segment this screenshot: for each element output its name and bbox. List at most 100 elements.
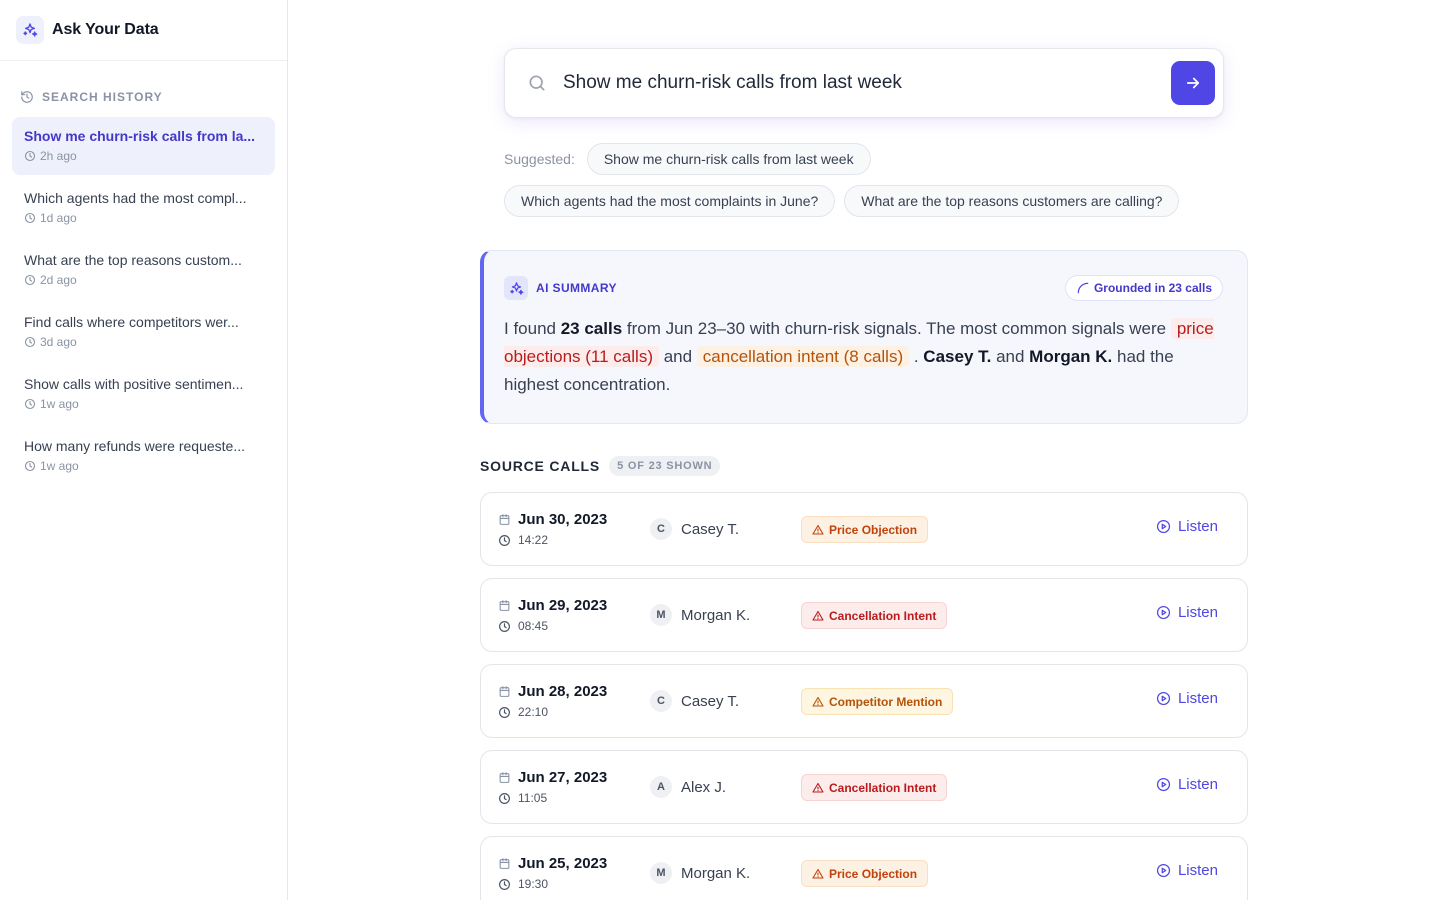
history-query: Find calls where competitors wer... [24,314,239,330]
call-time-text: 19:30 [518,877,549,891]
warning-icon [812,524,824,535]
clock-icon [24,274,36,286]
signal-tag: Cancellation Intent [801,602,948,629]
call-row[interactable]: Jun 27, 2023 11:05 A Alex J. Cancellation In… [480,750,1248,824]
play-circle-icon [1156,519,1171,534]
search-input[interactable] [563,63,1171,103]
summary-fragment: from Jun 23–30 with churn-risk signals. … [622,319,1171,338]
grounded-text: Grounded in 23 calls [1093,281,1212,295]
suggested-queries: Suggested: Show me churn-risk calls from… [504,143,1244,227]
avatar: C [650,690,672,712]
clock-icon [499,792,510,804]
call-agent: M Morgan K. [650,862,750,884]
sidebar: Ask Your Data SEARCH HISTORY Show me chu… [0,0,288,900]
suggestion-chip[interactable]: What are the top reasons customers are c… [844,185,1180,217]
call-time: 08:45 [498,619,548,633]
submit-search-button[interactable] [1171,61,1215,105]
call-date-text: Jun 25, 2023 [518,855,608,872]
history-item[interactable]: How many refunds were requeste... 1w ago [12,427,275,485]
ai-summary-card: AI SUMMARY Grounded in 23 calls I found … [480,250,1248,424]
main-content: Suggested: Show me churn-risk calls from… [288,0,1440,900]
play-circle-icon [1156,691,1171,706]
clock-icon [499,706,510,718]
summary-fragment: . [909,347,924,366]
call-agent: C Casey T. [650,518,739,540]
play-circle-icon [1156,605,1171,620]
source-calls-list: Jun 30, 2023 14:22 C Casey T. Price Objectio… [480,492,1248,900]
history-item[interactable]: Which agents had the most compl... 1d ago [12,179,275,237]
cancellation-intent-highlight: cancellation intent (8 calls) [696,346,910,367]
search-history-list: Show me churn-risk calls from la... 2h ag… [0,109,287,485]
agent-name: Morgan K. [681,864,751,882]
call-agent: C Casey T. [650,690,739,712]
call-time-text: 08:45 [518,619,549,633]
suggestion-chip[interactable]: Which agents had the most complaints in … [504,185,836,217]
listen-button[interactable]: Listen [1156,776,1218,793]
clock-icon [499,534,510,546]
summary-fragment: and [658,347,697,366]
call-date-text: Jun 29, 2023 [518,597,608,614]
call-time: 22:10 [498,705,548,719]
summary-fragment: I found [504,319,561,338]
source-calls-header: SOURCE CALLS 5 OF 23 SHOWN [480,455,721,477]
agent-name: Casey T. [681,520,740,538]
signal-tag-text: Competitor Mention [829,694,943,709]
clock-icon [499,878,510,890]
call-agent: A Alex J. [650,776,726,798]
history-icon [21,91,33,103]
history-time: 1w ago [24,459,263,473]
clock-icon [24,336,36,348]
listen-button[interactable]: Listen [1156,604,1218,621]
history-item[interactable]: What are the top reasons custom... 2d ago [12,241,275,299]
avatar: C [650,518,672,540]
signal-tag-text: Price Objection [829,522,918,537]
clock-icon [24,398,36,410]
calendar-icon [499,686,510,697]
signal-tag: Cancellation Intent [801,774,948,801]
grounded-badge[interactable]: Grounded in 23 calls [1064,275,1223,301]
history-time-text: 2d ago [40,273,77,287]
source-calls-count: 5 OF 23 SHOWN [609,456,721,476]
calendar-icon [499,600,510,611]
signal-tag-text: Price Objection [829,866,918,881]
arc-icon [1077,282,1089,294]
signal-tag-text: Cancellation Intent [829,608,937,623]
history-item[interactable]: Find calls where competitors wer... 3d ag… [12,303,275,361]
call-row[interactable]: Jun 30, 2023 14:22 C Casey T. Price Objectio… [480,492,1248,566]
clock-icon [499,620,510,632]
listen-label: Listen [1177,518,1218,535]
agent-name: Morgan K. [681,606,751,624]
history-item[interactable]: Show calls with positive sentimen... 1w a… [12,365,275,423]
clock-icon [24,212,36,224]
listen-button[interactable]: Listen [1156,690,1218,707]
search-history-header: SEARCH HISTORY [0,61,287,109]
avatar: M [650,862,672,884]
call-time: 19:30 [498,877,548,891]
history-item[interactable]: Show me churn-risk calls from la... 2h ag… [12,117,275,175]
call-time-text: 11:05 [518,791,548,805]
source-calls-title: SOURCE CALLS [480,458,601,474]
sparkles-icon [16,16,44,44]
suggested-label: Suggested: [504,151,575,167]
call-date-text: Jun 30, 2023 [518,511,608,528]
call-date: Jun 28, 2023 [498,683,607,700]
history-query: What are the top reasons custom... [24,252,242,268]
call-row[interactable]: Jun 25, 2023 19:30 M Morgan K. Price Objecti… [480,836,1248,900]
signal-tag: Price Objection [801,860,929,887]
call-row[interactable]: Jun 28, 2023 22:10 C Casey T. Competitor Men… [480,664,1248,738]
listen-button[interactable]: Listen [1156,862,1218,879]
call-date: Jun 25, 2023 [498,855,607,872]
history-time-text: 2h ago [40,149,77,163]
history-time: 1d ago [24,211,263,225]
listen-button[interactable]: Listen [1156,518,1218,535]
history-query: Show me churn-risk calls from la... [24,128,256,144]
call-date: Jun 29, 2023 [498,597,607,614]
app-title: Ask Your Data [52,21,159,38]
suggestion-chip[interactable]: Show me churn-risk calls from last week [586,143,871,175]
call-row[interactable]: Jun 29, 2023 08:45 M Morgan K. Cancellation … [480,578,1248,652]
history-query: Show calls with positive sentimen... [24,376,244,392]
summary-agent-morgan: Morgan K. [1029,347,1113,366]
brand-header: Ask Your Data [0,0,287,61]
history-time-text: 1d ago [40,211,77,225]
call-time: 11:05 [498,791,547,805]
